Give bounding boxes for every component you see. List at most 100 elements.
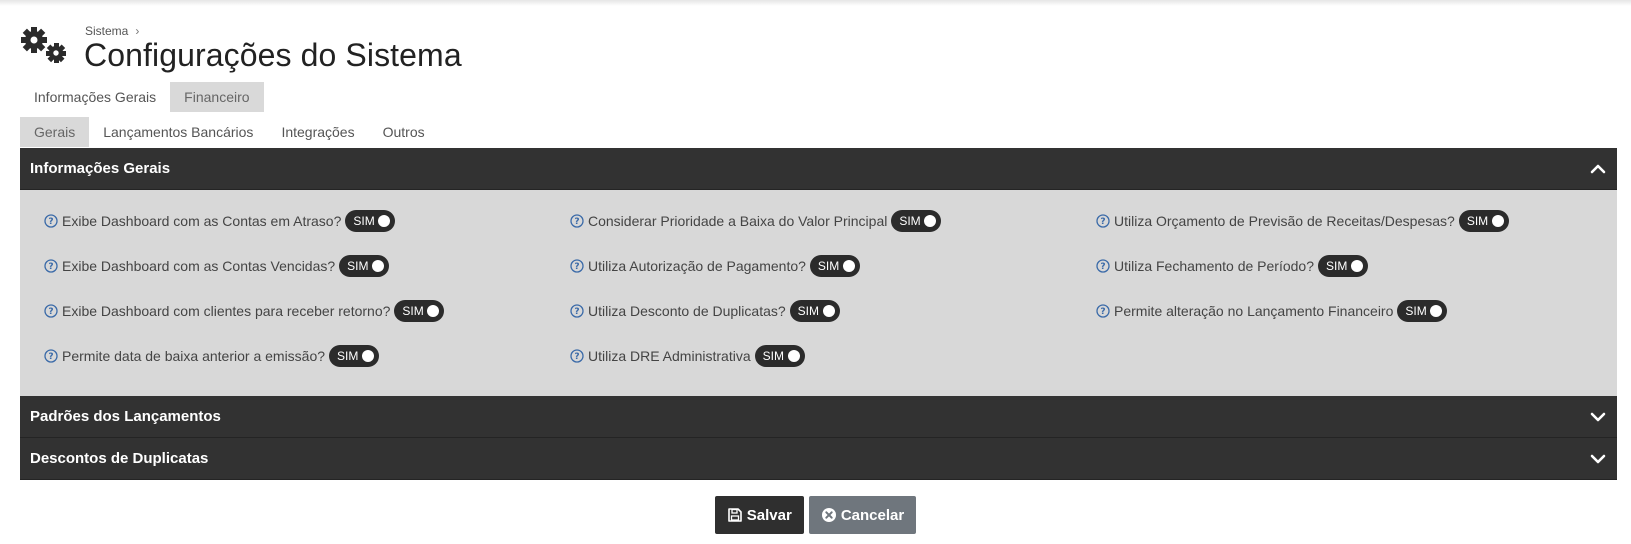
question-circle-icon[interactable]: ? xyxy=(44,259,58,273)
tab-informacoes-gerais[interactable]: Informações Gerais xyxy=(20,82,170,112)
option-row: ? Utiliza Fechamento de Período? SIM xyxy=(1096,255,1368,277)
tab-lancamentos-bancarios[interactable]: Lançamentos Bancários xyxy=(89,117,267,147)
toggle-state: SIM xyxy=(1466,214,1489,228)
chevron-down-icon[interactable] xyxy=(1589,408,1607,426)
svg-text:?: ? xyxy=(1100,217,1105,227)
svg-text:?: ? xyxy=(48,307,53,317)
svg-text:?: ? xyxy=(48,217,53,227)
toggle-knob xyxy=(1351,260,1363,272)
option-toggle[interactable]: SIM xyxy=(394,300,445,322)
option-toggle[interactable]: SIM xyxy=(809,255,860,277)
svg-text:?: ? xyxy=(48,352,53,362)
option-label: Permite data de baixa anterior a emissão… xyxy=(62,348,326,364)
svg-text:?: ? xyxy=(574,217,579,227)
toggle-state: SIM xyxy=(899,214,921,228)
settings-accordion: Informações Gerais ? Exibe Dashboard com… xyxy=(20,148,1617,480)
svg-text:?: ? xyxy=(1100,262,1105,272)
breadcrumb-item-sistema[interactable]: Sistema xyxy=(85,24,128,38)
breadcrumb-separator: › xyxy=(135,24,140,38)
option-toggle[interactable]: SIM xyxy=(329,345,380,367)
toggle-knob xyxy=(427,305,440,317)
question-circle-icon[interactable]: ? xyxy=(1096,304,1110,318)
option-label: Exibe Dashboard com as Contas Vencidas? xyxy=(62,258,336,274)
option-label: Utiliza Orçamento de Previsão de Receita… xyxy=(1114,213,1455,229)
option-toggle[interactable]: SIM xyxy=(789,300,840,322)
toggle-knob xyxy=(362,350,375,362)
question-circle-icon[interactable]: ? xyxy=(570,214,584,228)
tab-gerais[interactable]: Gerais xyxy=(20,117,90,147)
section-body-informacoes-gerais: ? Exibe Dashboard com as Contas em Atras… xyxy=(20,190,1617,396)
option-label: Considerar Prioridade a Baixa do Valor P… xyxy=(588,213,888,229)
option-label: Permite alteração no Lançamento Financei… xyxy=(1114,303,1394,319)
question-circle-icon[interactable]: ? xyxy=(570,304,584,318)
option-row: ? Exibe Dashboard com clientes para rece… xyxy=(44,300,445,322)
toggle-knob xyxy=(1491,215,1504,227)
svg-text:?: ? xyxy=(574,352,579,362)
option-label: Exibe Dashboard com as Contas em Atraso? xyxy=(62,213,342,229)
cancel-label: Cancelar xyxy=(840,506,905,524)
option-label: Utiliza Fechamento de Período? xyxy=(1114,258,1314,274)
option-toggle[interactable]: SIM xyxy=(1458,210,1509,232)
toggle-knob xyxy=(378,215,391,227)
toggle-state: SIM xyxy=(347,259,369,273)
option-toggle[interactable]: SIM xyxy=(339,255,390,277)
section-header-padroes-dos-lancamentos[interactable]: Padrões dos Lançamentos xyxy=(20,396,1617,438)
sub-tabs: Gerais Lançamentos Bancários Integrações… xyxy=(20,117,439,147)
toggle-knob xyxy=(842,260,855,272)
option-toggle[interactable]: SIM xyxy=(754,345,805,367)
option-row: ? Exibe Dashboard com as Contas Vencidas… xyxy=(44,255,390,277)
question-circle-icon[interactable]: ? xyxy=(570,349,584,363)
page-title: Configurações do Sistema xyxy=(84,37,462,73)
option-label: Exibe Dashboard com clientes para recebe… xyxy=(62,303,391,319)
floppy-disk-icon xyxy=(727,508,742,522)
option-row: ? Utiliza Orçamento de Previsão de Recei… xyxy=(1096,210,1509,232)
tab-financeiro[interactable]: Financeiro xyxy=(170,82,264,112)
option-label: Utiliza Desconto de Duplicatas? xyxy=(588,303,786,319)
section-header-descontos-de-duplicatas[interactable]: Descontos de Duplicatas xyxy=(20,438,1617,480)
cancel-button[interactable]: Cancelar xyxy=(808,496,917,534)
toggle-knob xyxy=(924,215,937,227)
option-toggle[interactable]: SIM xyxy=(891,210,942,232)
toggle-knob xyxy=(787,350,800,362)
toggle-knob xyxy=(822,305,835,317)
chevron-up-icon[interactable] xyxy=(1589,160,1607,178)
option-label: Utiliza Autorização de Pagamento? xyxy=(588,258,806,274)
toggle-state: SIM xyxy=(353,214,375,228)
main-tabs: Informações Gerais Financeiro xyxy=(20,82,264,112)
section-title: Padrões dos Lançamentos xyxy=(30,408,221,425)
save-label: Salvar xyxy=(746,506,792,524)
breadcrumb: Sistema › xyxy=(85,24,139,38)
question-circle-icon[interactable]: ? xyxy=(44,214,58,228)
option-row: ? Considerar Prioridade a Baixa do Valor… xyxy=(570,210,942,232)
toggle-state: SIM xyxy=(402,304,424,318)
chevron-down-icon[interactable] xyxy=(1589,450,1607,468)
option-row: ? Utiliza DRE Administrativa SIM xyxy=(570,345,805,367)
option-row: ? Utiliza Autorização de Pagamento? SIM xyxy=(570,255,860,277)
tab-integracoes[interactable]: Integrações xyxy=(267,117,368,147)
top-shadow xyxy=(0,0,1631,6)
option-toggle[interactable]: SIM xyxy=(1318,255,1368,277)
toggle-state: SIM xyxy=(817,259,840,273)
toggle-state: SIM xyxy=(1405,304,1427,318)
option-toggle[interactable]: SIM xyxy=(1397,300,1448,322)
section-header-informacoes-gerais[interactable]: Informações Gerais xyxy=(20,148,1617,190)
save-button[interactable]: Salvar xyxy=(714,496,804,534)
tab-outros[interactable]: Outros xyxy=(369,117,439,147)
toggle-knob xyxy=(372,260,385,272)
question-circle-icon[interactable]: ? xyxy=(1096,259,1110,273)
option-row: ? Exibe Dashboard com as Contas em Atras… xyxy=(44,210,396,232)
x-circle-icon xyxy=(821,508,836,522)
question-circle-icon[interactable]: ? xyxy=(1096,214,1110,228)
question-circle-icon[interactable]: ? xyxy=(570,259,584,273)
form-actions: Salvar Cancelar xyxy=(0,496,1631,534)
svg-text:?: ? xyxy=(574,307,579,317)
question-circle-icon[interactable]: ? xyxy=(44,349,58,363)
toggle-state: SIM xyxy=(337,349,359,363)
section-title: Descontos de Duplicatas xyxy=(30,450,209,467)
toggle-state: SIM xyxy=(1326,259,1348,273)
svg-text:?: ? xyxy=(48,262,53,272)
question-circle-icon[interactable]: ? xyxy=(44,304,58,318)
svg-text:?: ? xyxy=(574,262,579,272)
option-toggle[interactable]: SIM xyxy=(345,210,396,232)
gears-icon xyxy=(21,27,66,63)
